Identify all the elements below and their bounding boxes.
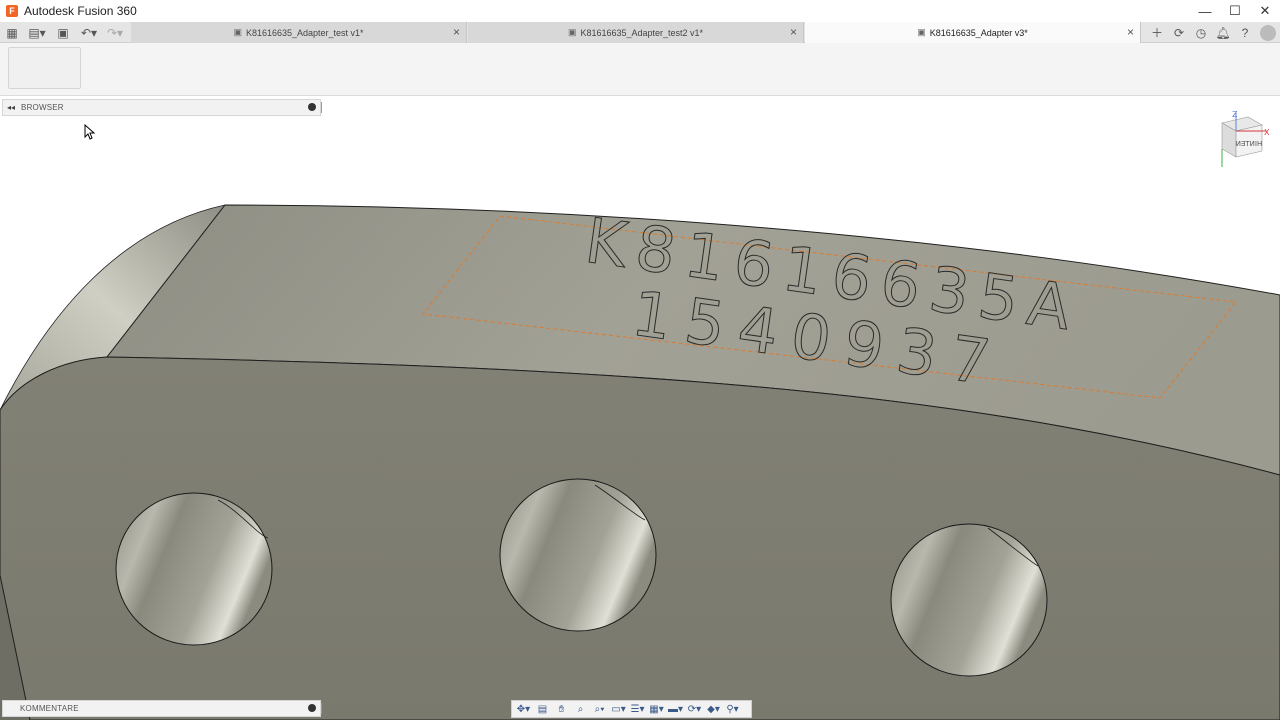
- comments-panel-label: KOMMENTARE: [20, 704, 79, 713]
- comments-panel-header[interactable]: KOMMENTARE: [2, 700, 324, 717]
- panel-resize-handle[interactable]: [321, 703, 324, 714]
- grid-icon[interactable]: ☰▾: [628, 701, 647, 717]
- workspace-switcher-button[interactable]: [8, 47, 81, 89]
- viewcube-axis-x: X: [1264, 128, 1270, 137]
- tab-adapter-test[interactable]: ▣ K81616635_Adapter_test v1* ×: [131, 22, 467, 43]
- document-icon: ▣: [917, 27, 926, 37]
- window-title: Autodesk Fusion 360: [24, 4, 137, 18]
- maximize-button[interactable]: ☐: [1220, 0, 1250, 22]
- extensions-icon[interactable]: ◷: [1190, 22, 1212, 43]
- viewports-icon[interactable]: ▦▾: [647, 701, 666, 717]
- title-bar: F Autodesk Fusion 360 — ☐ ✕: [0, 0, 1280, 22]
- collapse-panel-icon[interactable]: ◂◂: [7, 103, 15, 112]
- browser-panel-header[interactable]: ◂◂ BROWSER: [2, 99, 324, 116]
- undo-icon[interactable]: ↶▾: [78, 22, 100, 43]
- toolbar: [0, 43, 1280, 96]
- viewcube[interactable]: HINTEN X Z: [1214, 109, 1270, 171]
- tab-close-icon[interactable]: ×: [453, 25, 460, 39]
- panel-resize-handle[interactable]: [321, 102, 324, 113]
- notifications-icon[interactable]: 🔔︎: [1212, 22, 1234, 43]
- tab-adapter-v3[interactable]: ▣ K81616635_Adapter v3* ×: [805, 22, 1141, 43]
- viewcube-face-label: HINTEN: [1236, 140, 1263, 148]
- data-panel-grid-icon[interactable]: ▦: [2, 22, 22, 43]
- redo-icon[interactable]: ↷▾: [104, 22, 126, 43]
- save-icon[interactable]: ▣: [54, 22, 72, 43]
- document-icon: ▣: [567, 27, 577, 37]
- rotate-icon[interactable]: ⟳▾: [685, 701, 704, 717]
- header-tools: ＋ ⟳ ◷ 🔔︎ ?: [1146, 22, 1280, 43]
- effects-icon[interactable]: ▬▾: [666, 701, 685, 717]
- window-controls: — ☐ ✕: [1190, 0, 1280, 22]
- hole-3: [890, 523, 1048, 677]
- fusion-logo-icon: F: [6, 5, 18, 17]
- tab-close-icon[interactable]: ×: [1127, 25, 1134, 39]
- orbit-icon[interactable]: ✥▾: [514, 701, 533, 717]
- canvas-viewport[interactable]: K81616635A 1540937 HINTEN X Z: [0, 97, 1280, 720]
- zoom-icon[interactable]: ⌕: [571, 701, 590, 717]
- close-button[interactable]: ✕: [1250, 0, 1280, 22]
- avatar[interactable]: [1260, 24, 1276, 41]
- section-icon[interactable]: ⚲▾: [723, 701, 742, 717]
- hole-1: [115, 492, 273, 646]
- model-view: K81616635A 1540937: [0, 203, 1280, 720]
- viewcube-axis-z: Z: [1232, 110, 1238, 119]
- hole-2: [499, 478, 657, 632]
- pan-icon[interactable]: ✋︎: [552, 701, 571, 717]
- fit-icon[interactable]: ⌕▾: [590, 701, 609, 717]
- help-icon[interactable]: ?: [1234, 22, 1256, 43]
- appearance-icon[interactable]: ◆▾: [704, 701, 723, 717]
- mouse-cursor-icon: [84, 124, 96, 140]
- tab-label: K81616635_Adapter v3*: [929, 27, 1028, 38]
- tab-label: K81616635_Adapter_test v1*: [245, 27, 364, 38]
- tab-close-icon[interactable]: ×: [790, 25, 797, 39]
- job-status-icon[interactable]: ⟳: [1168, 22, 1190, 43]
- document-icon: ▣: [233, 27, 242, 37]
- tab-adapter-test2[interactable]: ▣ K81616635_Adapter_test2 v1* ×: [468, 22, 804, 43]
- minimize-button[interactable]: —: [1190, 0, 1220, 22]
- navigation-toolbar: ✥▾ ▤ ✋︎ ⌕ ⌕▾ ▭▾ ☰▾ ▦▾ ▬▾ ⟳▾ ◆▾ ⚲▾: [511, 700, 752, 718]
- look-at-icon[interactable]: ▤: [533, 701, 552, 717]
- tab-label: K81616635_Adapter_test2 v1*: [580, 27, 704, 38]
- file-menu-icon[interactable]: ▤▾: [24, 22, 50, 43]
- tab-bar: ▦ ▤▾ ▣ ↶▾ ↷▾ ▣ K81616635_Adapter_test v1…: [0, 22, 1280, 43]
- panel-pin-icon[interactable]: [308, 103, 316, 111]
- comment-add-icon[interactable]: [308, 704, 316, 712]
- new-tab-icon[interactable]: ＋: [1146, 22, 1168, 43]
- display-settings-icon[interactable]: ▭▾: [609, 701, 628, 717]
- browser-panel-label: BROWSER: [21, 103, 64, 112]
